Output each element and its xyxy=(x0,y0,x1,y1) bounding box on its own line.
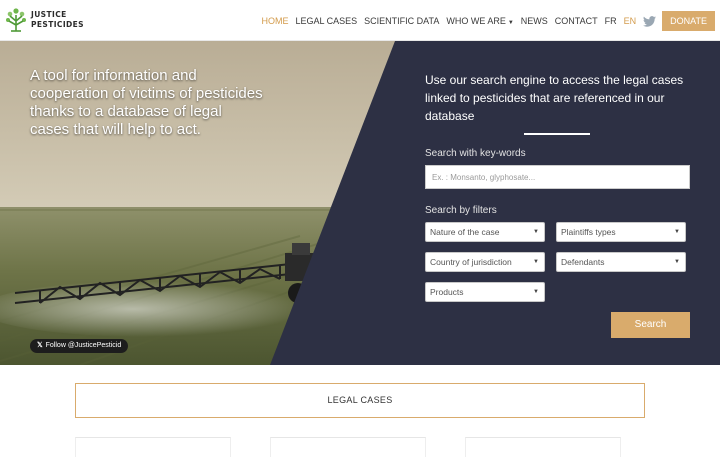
nav-who-we-are-label: WHO WE ARE xyxy=(446,16,506,26)
x-logo-icon: 𝕏 xyxy=(37,342,43,349)
logo-line-1: JUSTICE xyxy=(31,10,67,19)
filter-nature-select[interactable]: Nature of the case ▼ xyxy=(425,222,545,242)
select-arrow-icon: ▼ xyxy=(674,229,680,235)
site-header: JUSTICE PESTICIDES HOME LEGAL CASES SCIE… xyxy=(0,0,720,41)
lang-en[interactable]: EN xyxy=(624,16,637,26)
nav-home[interactable]: HOME xyxy=(261,16,288,26)
case-card[interactable] xyxy=(465,437,621,457)
keyword-search-input[interactable] xyxy=(425,165,690,189)
site-logo[interactable]: JUSTICE PESTICIDES xyxy=(5,7,84,33)
filter-plaintiffs-select[interactable]: Plaintiffs types ▼ xyxy=(556,222,686,242)
filter-defendants-value: Defendants xyxy=(561,257,605,267)
lang-fr[interactable]: FR xyxy=(605,16,617,26)
donate-button[interactable]: DONATE xyxy=(662,11,715,31)
select-arrow-icon: ▼ xyxy=(533,229,539,235)
hero-tagline: A tool for information and cooperation o… xyxy=(30,67,263,138)
nav-news[interactable]: NEWS xyxy=(521,16,548,26)
search-button[interactable]: Search xyxy=(611,312,690,338)
hero-section: A tool for information and cooperation o… xyxy=(0,41,720,365)
nav-legal-cases[interactable]: LEGAL CASES xyxy=(295,16,357,26)
caret-down-icon: ▼ xyxy=(507,20,514,26)
filter-plaintiffs-value: Plaintiffs types xyxy=(561,227,616,237)
filter-country-select[interactable]: Country of jurisdiction ▼ xyxy=(425,252,545,272)
twitter-follow-label: Follow @JusticePesticid xyxy=(45,342,122,349)
filter-nature-value: Nature of the case xyxy=(430,227,500,237)
filters-label: Search by filters xyxy=(425,205,497,216)
nav-who-we-are[interactable]: WHO WE ARE ▼ xyxy=(446,16,513,26)
logo-wordmark: JUSTICE PESTICIDES xyxy=(31,10,84,30)
filter-products-value: Products xyxy=(430,287,464,297)
case-card[interactable] xyxy=(75,437,231,457)
nav-contact[interactable]: CONTACT xyxy=(555,16,598,26)
search-intro: Use our search engine to access the lega… xyxy=(425,73,684,123)
nav-scientific-data[interactable]: SCIENTIFIC DATA xyxy=(364,16,439,26)
select-arrow-icon: ▼ xyxy=(533,259,539,265)
filter-products-select[interactable]: Products ▼ xyxy=(425,282,545,302)
twitter-icon[interactable] xyxy=(643,15,657,27)
select-arrow-icon: ▼ xyxy=(533,289,539,295)
filter-defendants-select[interactable]: Defendants ▼ xyxy=(556,252,686,272)
main-nav: HOME LEGAL CASES SCIENTIFIC DATA WHO WE … xyxy=(261,11,720,31)
legal-cases-heading[interactable]: LEGAL CASES xyxy=(75,383,645,418)
search-divider xyxy=(524,133,590,135)
select-arrow-icon: ▼ xyxy=(674,259,680,265)
logo-line-2: PESTICIDES xyxy=(31,20,84,29)
keywords-label: Search with key-words xyxy=(425,148,526,159)
case-card[interactable] xyxy=(270,437,426,457)
logo-tree-icon xyxy=(6,8,26,32)
twitter-follow-button[interactable]: 𝕏 Follow @JusticePesticid xyxy=(30,339,129,353)
filter-country-value: Country of jurisdiction xyxy=(430,257,512,267)
